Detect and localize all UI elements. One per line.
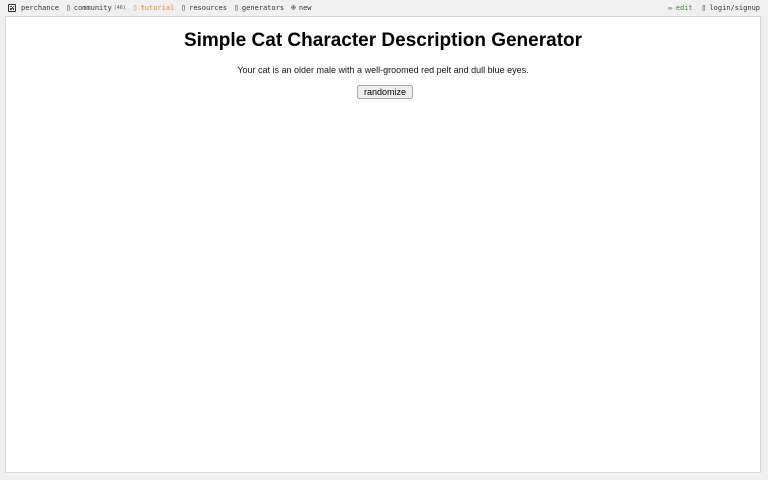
nav-new-label: new	[298, 3, 312, 12]
generator-output-panel: Simple Cat Character Description Generat…	[5, 16, 761, 473]
randomize-button[interactable]: randomize	[357, 85, 413, 99]
nav-generators-label: generators	[241, 3, 285, 12]
nav-community[interactable]: ▯ community (46)	[65, 2, 126, 12]
die-icon	[8, 3, 16, 12]
nav-tutorial-label: tutorial	[140, 3, 175, 12]
nav-edit-label: edit	[675, 3, 693, 12]
nav-edit[interactable]: ✏ edit	[667, 2, 693, 12]
pencil-icon: ✏	[667, 2, 673, 12]
nav-generators[interactable]: ▯ generators	[234, 2, 285, 12]
nav-tutorial[interactable]: ▯ tutorial	[132, 2, 175, 12]
nav-resources-label: resources	[189, 3, 228, 12]
nav-community-label: community	[73, 3, 112, 12]
nav-right-group: ✏ edit ▯ login/signup	[659, 2, 768, 12]
plus-circle-icon: ⊕	[291, 2, 296, 12]
nav-perchance-label: perchance	[21, 3, 59, 12]
nav-login-label: login/signup	[709, 3, 760, 12]
folder-icon: ▯	[181, 2, 187, 12]
list-icon: ▯	[234, 2, 239, 12]
page-title: Simple Cat Character Description Generat…	[183, 30, 583, 51]
community-count-badge: (46)	[113, 4, 126, 11]
chat-icon: ▯	[65, 2, 71, 12]
nav-new[interactable]: ⊕ new	[291, 2, 312, 12]
user-icon: ▯	[701, 2, 707, 12]
top-nav-bar: perchance ▯ community (46) ▯ tutorial ▯ …	[0, 0, 768, 15]
nav-login-signup[interactable]: ▯ login/signup	[701, 2, 760, 12]
nav-resources[interactable]: ▯ resources	[181, 2, 228, 12]
nav-left-group: perchance ▯ community (46) ▯ tutorial ▯ …	[0, 2, 319, 12]
book-icon: ▯	[132, 2, 138, 12]
generated-description: Your cat is an older male with a well-gr…	[237, 65, 529, 75]
nav-perchance-home[interactable]: perchance	[8, 3, 59, 12]
